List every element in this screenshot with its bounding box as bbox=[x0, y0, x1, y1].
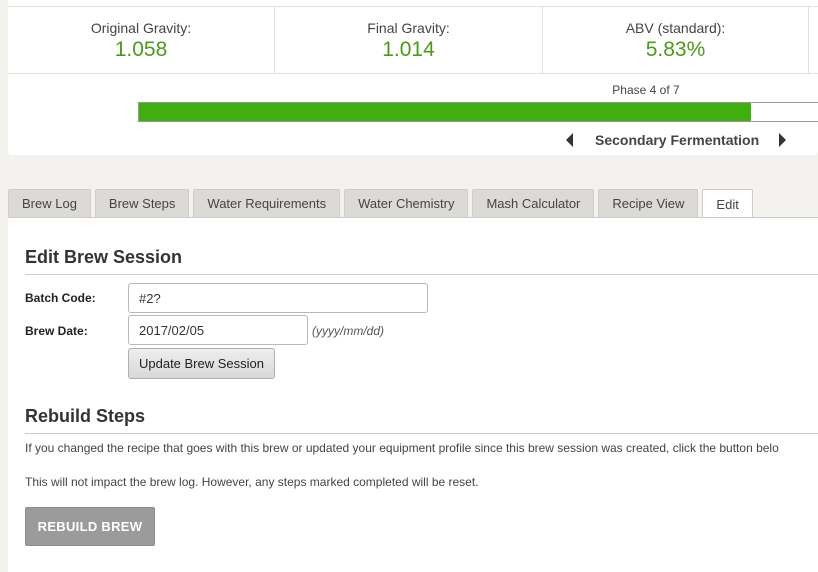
brew-session-tabs: Brew Log Brew Steps Water Requirements W… bbox=[8, 189, 757, 218]
original-gravity-stat: Original Gravity: 1.058 bbox=[8, 7, 275, 74]
stat-value: 5.83% bbox=[645, 38, 706, 61]
section-divider bbox=[25, 433, 818, 434]
tab-edit[interactable]: Edit bbox=[702, 189, 753, 218]
update-brew-session-button[interactable]: Update Brew Session bbox=[128, 348, 275, 379]
stat-value: 1.014 bbox=[382, 38, 435, 61]
phase-progress-bar bbox=[138, 102, 818, 122]
section-divider bbox=[25, 274, 818, 275]
rebuild-warning: This will not impact the brew log. Howev… bbox=[25, 475, 479, 489]
batch-code-label: Batch Code: bbox=[25, 291, 96, 305]
phase-progress-fill bbox=[139, 103, 752, 121]
tab-recipe-view[interactable]: Recipe View bbox=[598, 189, 699, 217]
rebuild-section-title: Rebuild Steps bbox=[25, 406, 146, 426]
rebuild-description: If you changed the recipe that goes with… bbox=[25, 441, 779, 455]
phase-navigator: Secondary Fermentation bbox=[563, 129, 787, 151]
stat-label: ABV (standard): bbox=[625, 20, 726, 36]
final-gravity-stat: Final Gravity: 1.014 bbox=[275, 7, 543, 74]
stat-label: Final Gravity: bbox=[367, 20, 450, 36]
phase-counter: Phase 4 of 7 bbox=[612, 83, 680, 97]
stat-value: 1.058 bbox=[114, 38, 168, 61]
brew-summary-card: Original Gravity: 1.058 Final Gravity: 1… bbox=[8, 0, 818, 155]
stat-label: Original Gravity: bbox=[90, 20, 192, 36]
rebuild-brew-button[interactable]: REBUILD BREW bbox=[25, 507, 155, 546]
tab-water-requirements[interactable]: Water Requirements bbox=[193, 189, 341, 217]
brew-date-label: Brew Date: bbox=[25, 324, 88, 338]
tab-brew-steps[interactable]: Brew Steps bbox=[94, 189, 190, 217]
tab-mash-calculator[interactable]: Mash Calculator bbox=[472, 189, 595, 217]
current-phase-name: Secondary Fermentation bbox=[595, 132, 760, 148]
gravity-stats: Original Gravity: 1.058 Final Gravity: 1… bbox=[8, 6, 818, 74]
brew-date-input[interactable] bbox=[128, 315, 308, 345]
next-phase-icon[interactable] bbox=[779, 133, 787, 147]
tab-brew-log[interactable]: Brew Log bbox=[8, 189, 91, 217]
tab-water-chemistry[interactable]: Water Chemistry bbox=[344, 189, 469, 217]
batch-code-input[interactable] bbox=[128, 283, 428, 313]
previous-phase-icon[interactable] bbox=[566, 133, 573, 147]
edit-section-title: Edit Brew Session bbox=[25, 247, 183, 267]
abv-stat: ABV (standard): 5.83% bbox=[543, 7, 809, 74]
date-format-hint: (yyyy/mm/dd) bbox=[312, 324, 384, 338]
